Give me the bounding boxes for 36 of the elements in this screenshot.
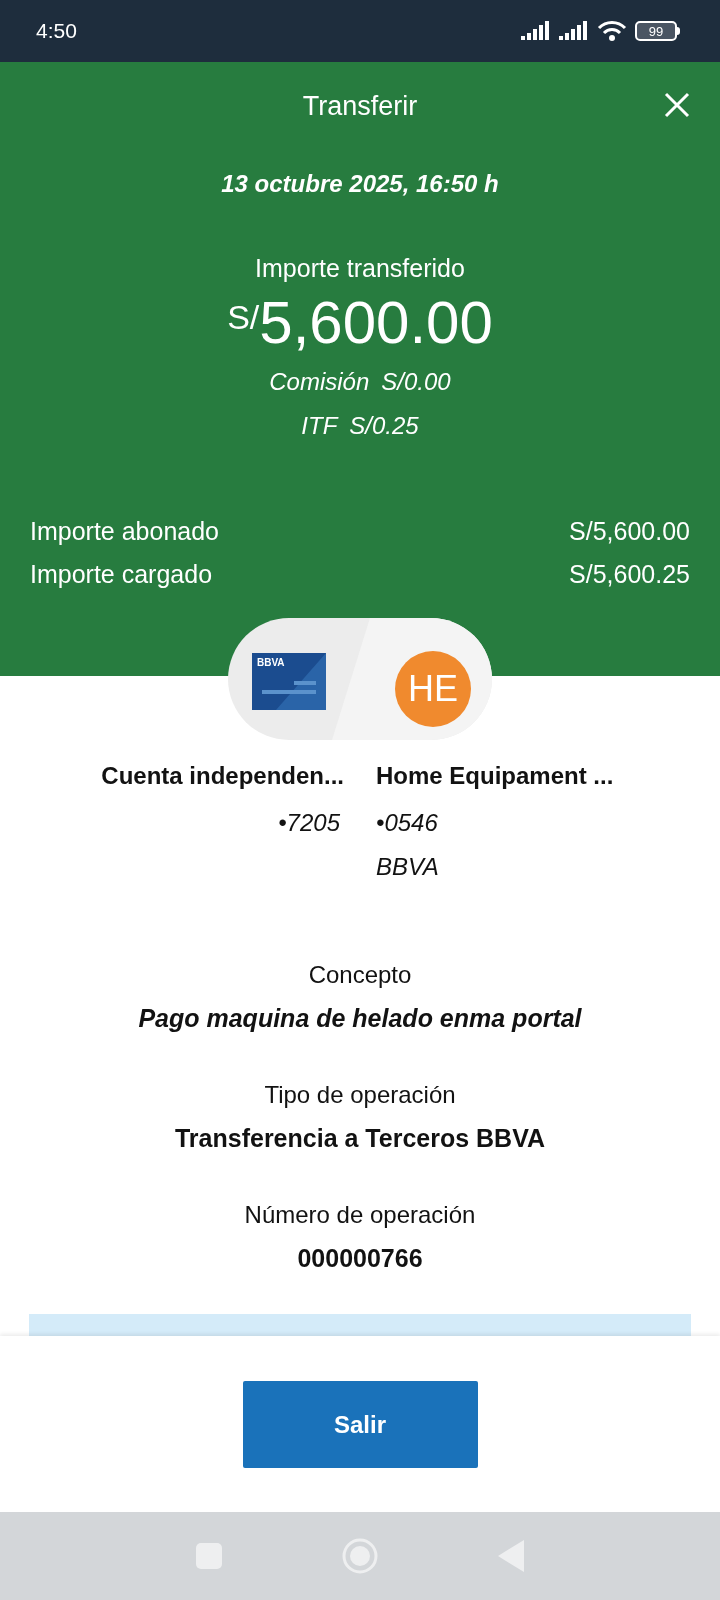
detail-label: Concepto [308,960,412,990]
total-label: Importe cargado [30,558,213,590]
detail-value: Transferencia a Terceros BBVA [174,1123,546,1154]
home-icon[interactable] [342,1538,378,1574]
fee-value: S/0.25 [349,410,419,441]
signal-icon [559,21,589,41]
fee-value: S/0.00 [381,366,451,397]
account-name: Cuenta independen... [101,761,344,791]
battery-icon: 99 [635,21,680,41]
close-icon[interactable] [664,92,690,118]
total-value: S/5,600.25 [569,558,690,590]
bank-name: BBVA [376,852,439,882]
detail-label: Número de operación [244,1200,476,1230]
status-time: 4:50 [36,18,77,45]
account-number: •7205 [278,808,340,838]
screen-title: Transferir [302,89,418,123]
detail-value: Pago maquina de helado enma portal [138,1003,582,1034]
wifi-icon [597,20,627,42]
amount-label: Importe transferido [255,254,465,282]
transfer-date: 13 octubre 2025, 16:50 h [221,170,499,197]
fee-label: ITF [301,410,338,441]
detail-label: Tipo de operación [264,1080,456,1110]
card-icon [252,653,326,710]
card-brand: BBVA [257,658,285,668]
fee-label: Comisión [269,366,370,397]
total-value: S/5,600.00 [569,515,690,547]
account-name: Home Equipament ... [376,761,614,791]
total-label: Importe abonado [30,515,220,547]
signal-icon [521,21,551,41]
detail-value: 000000766 [297,1243,423,1274]
transferred-amount: 5,600.00 [259,287,493,358]
recents-icon[interactable] [196,1543,222,1569]
currency-symbol: S/ [227,296,260,336]
exit-button[interactable]: Salir [242,1381,478,1468]
account-number: •0546 [376,808,438,838]
back-icon[interactable] [498,1540,524,1572]
